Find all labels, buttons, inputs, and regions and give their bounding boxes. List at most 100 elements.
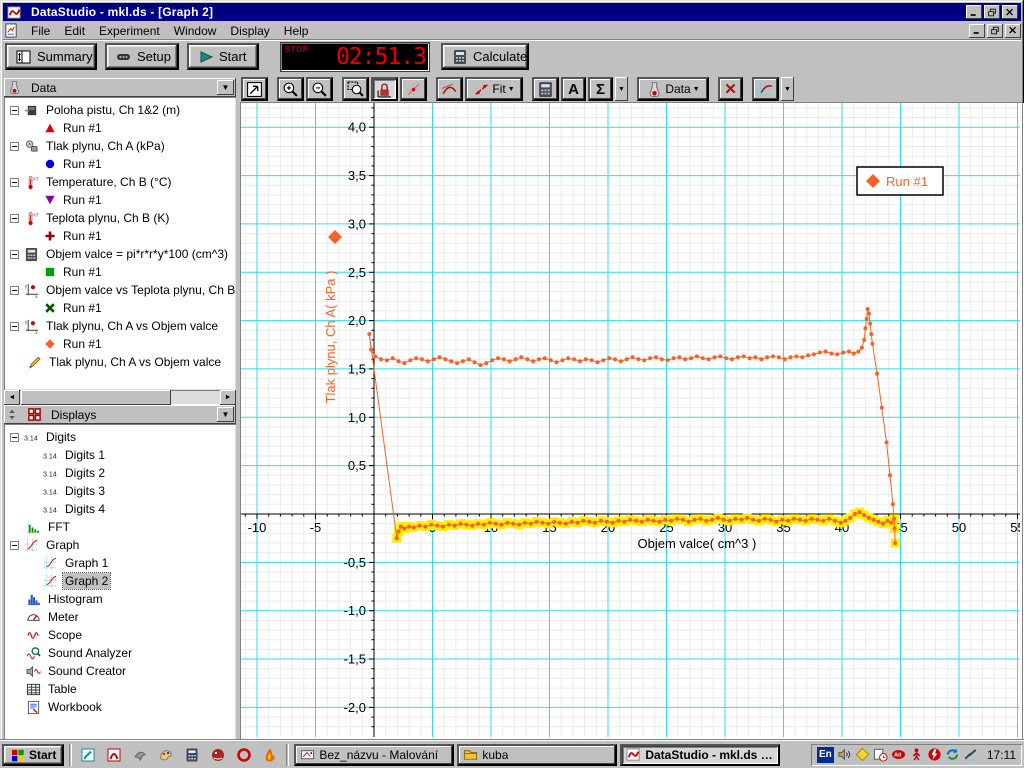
tray-figure-icon[interactable] xyxy=(908,747,925,763)
data-tree-item[interactable]: Tlak plynu, Ch A vs Objem valce xyxy=(4,353,236,371)
delete-button[interactable]: ✕ xyxy=(718,77,743,101)
data-run-item[interactable]: Run #1 xyxy=(4,155,236,173)
data-run-item[interactable]: Run #1 xyxy=(4,299,236,317)
quick-launch-notes-icon[interactable] xyxy=(77,744,99,766)
menu-experiment[interactable]: Experiment xyxy=(92,22,167,40)
calculate-tool-button[interactable] xyxy=(532,77,559,101)
tray-bolt-icon[interactable] xyxy=(962,747,979,763)
collapse-toggle[interactable] xyxy=(10,142,19,151)
data-run-item[interactable]: Run #1 xyxy=(4,227,236,245)
data-panel-header[interactable]: Data ▼ xyxy=(4,78,236,97)
display-tree-item-graph-1[interactable]: Graph 1 xyxy=(4,554,236,572)
collapse-toggle[interactable] xyxy=(10,433,19,442)
display-tree-item-graph-2[interactable]: Graph 2 xyxy=(4,572,236,590)
display-tree-item-digits-1[interactable]: 3.14Digits 1 xyxy=(4,446,236,464)
display-tree-item-meter[interactable]: Meter xyxy=(4,608,236,626)
close-button[interactable] xyxy=(1002,5,1018,19)
scroll-left-button[interactable]: ◄ xyxy=(4,390,20,405)
fit-menu-button[interactable]: Fit ▼ xyxy=(465,77,523,101)
menu-help[interactable]: Help xyxy=(277,22,316,40)
menu-edit[interactable]: Edit xyxy=(57,22,92,40)
quick-launch-opera-icon[interactable] xyxy=(233,744,255,766)
minimize-button[interactable] xyxy=(966,5,982,19)
menu-display[interactable]: Display xyxy=(223,22,276,40)
keyboard-layout-indicator[interactable]: En xyxy=(817,747,834,763)
graph-settings-button[interactable] xyxy=(752,77,779,101)
quick-launch-calcq-icon[interactable] xyxy=(181,744,203,766)
data-menu-button[interactable]: Data ▼ xyxy=(637,77,709,101)
tray-arrows-icon[interactable] xyxy=(944,747,961,763)
task-button[interactable]: kuba xyxy=(457,744,617,766)
display-tree-item-digits-2[interactable]: 3.14Digits 2 xyxy=(4,464,236,482)
display-tree-item-table[interactable]: Table xyxy=(4,680,236,698)
displays-panel-dropdown-button[interactable]: ▼ xyxy=(217,407,234,422)
collapse-toggle[interactable] xyxy=(10,541,19,550)
collapse-toggle[interactable] xyxy=(10,106,19,115)
smart-tool-button[interactable] xyxy=(371,77,398,101)
display-tree-item-digits[interactable]: 3.14Digits xyxy=(4,428,236,446)
zoom-in-button[interactable] xyxy=(277,77,304,101)
graph-canvas[interactable]: -10-55101520253035404550554,03,53,02,52,… xyxy=(241,103,1020,737)
data-run-item[interactable]: Run #1 xyxy=(4,191,236,209)
quick-launch-paint-icon[interactable] xyxy=(155,744,177,766)
data-tree-item[interactable]: Poloha pistu, Ch 1&2 (m) xyxy=(4,101,236,119)
mdi-restore-button[interactable] xyxy=(987,24,1003,38)
statistics-button[interactable]: Σ xyxy=(588,77,613,101)
document-icon[interactable] xyxy=(3,23,20,39)
display-tree-item-digits-4[interactable]: 3.14Digits 4 xyxy=(4,500,236,518)
collapse-toggle[interactable] xyxy=(10,178,19,187)
scroll-right-button[interactable]: ► xyxy=(220,390,236,405)
quick-launch-dragon-icon[interactable] xyxy=(207,744,229,766)
scrollbar-thumb[interactable] xyxy=(21,390,171,405)
text-annotation-button[interactable]: A xyxy=(561,77,586,101)
display-tree-item-scope[interactable]: Scope xyxy=(4,626,236,644)
display-tree-item-digits-3[interactable]: 3.14Digits 3 xyxy=(4,482,236,500)
plot-area[interactable]: -10-55101520253035404550554,03,53,02,52,… xyxy=(241,103,1022,739)
restore-button[interactable] xyxy=(984,5,1000,19)
scale-to-fit-button[interactable] xyxy=(241,77,268,101)
data-tree-item[interactable]: yxTlak plynu, Ch A vs Objem valce xyxy=(4,317,236,335)
slope-tool-button[interactable] xyxy=(400,77,427,101)
statistics-dropdown-button[interactable]: ▼ xyxy=(615,77,628,101)
data-tree-item[interactable]: Tlak plynu, Ch A (kPa) xyxy=(4,137,236,155)
graph-settings-dropdown-button[interactable]: ▼ xyxy=(781,77,794,101)
data-tree-item[interactable]: yxObjem valce vs Teplota plynu, Ch B xyxy=(4,281,236,299)
tray-diamondtray-icon[interactable] xyxy=(854,747,871,763)
tray-ati-icon[interactable]: Ati xyxy=(890,747,907,763)
tangent-tool-button[interactable] xyxy=(436,77,463,101)
tray-scheduler-icon[interactable] xyxy=(872,747,889,763)
collapse-toggle[interactable] xyxy=(10,322,19,331)
data-tree-item[interactable]: KTDTeplota plynu, Ch B (K) xyxy=(4,209,236,227)
display-tree-item-fft[interactable]: FFT xyxy=(4,518,236,536)
summary-button[interactable]: Summary xyxy=(5,43,97,70)
display-tree-item-graph[interactable]: Graph xyxy=(4,536,236,554)
zoom-select-button[interactable] xyxy=(342,77,369,101)
mdi-minimize-button[interactable] xyxy=(969,24,985,38)
data-run-item[interactable]: Run #1 xyxy=(4,119,236,137)
setup-button[interactable]: Setup xyxy=(105,43,179,70)
task-button[interactable]: DataStudio - mkl.ds - ... xyxy=(620,744,780,766)
collapse-toggle[interactable] xyxy=(10,286,19,295)
collapse-toggle[interactable] xyxy=(10,250,19,259)
start-button[interactable]: Start xyxy=(187,43,259,70)
data-run-item[interactable]: Run #1 xyxy=(4,335,236,353)
quick-launch-fire-icon[interactable] xyxy=(259,744,281,766)
calculate-button[interactable]: Calculate xyxy=(441,43,529,70)
legend[interactable]: Run #1 xyxy=(857,167,943,195)
quick-launch-acrobat-icon[interactable] xyxy=(103,744,125,766)
data-tree-hscrollbar[interactable]: ◄ ► xyxy=(4,390,236,405)
collapse-toggle[interactable] xyxy=(10,214,19,223)
display-tree-item-histogram[interactable]: Histogram xyxy=(4,590,236,608)
display-tree-item-sound-analyzer[interactable]: Sound Analyzer xyxy=(4,644,236,662)
zoom-out-button[interactable] xyxy=(306,77,333,101)
data-tree-item[interactable]: KTDTemperature, Ch B (°C) xyxy=(4,173,236,191)
menu-window[interactable]: Window xyxy=(167,22,224,40)
display-tree-item-sound-creator[interactable]: Sound Creator xyxy=(4,662,236,680)
display-tree-item-workbook[interactable]: Workbook xyxy=(4,698,236,716)
quick-launch-bird-icon[interactable] xyxy=(129,744,151,766)
data-run-item[interactable]: Run #1 xyxy=(4,263,236,281)
data-panel-dropdown-button[interactable]: ▼ xyxy=(217,80,234,95)
displays-panel-header[interactable]: Displays ▼ xyxy=(4,405,236,424)
tray-speaker-icon[interactable] xyxy=(836,747,853,763)
tray-boltcircle-icon[interactable] xyxy=(926,747,943,763)
